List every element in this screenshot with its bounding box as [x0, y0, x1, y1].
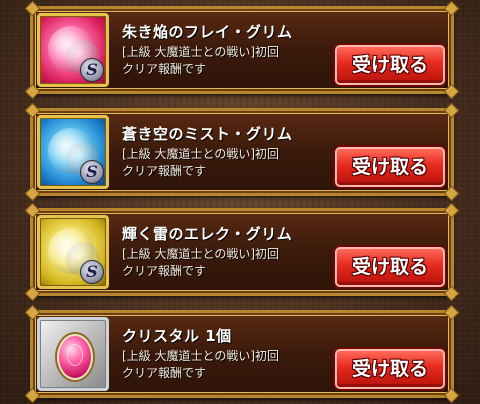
reward-description: [上級 大魔道士との戦い]初回クリア報酬です	[122, 45, 280, 76]
reward-row-light: S 輝く雷のエレク・グリム [上級 大魔道士との戦い]初回クリア報酬です 受け取…	[24, 202, 460, 302]
reward-list: S 朱き焔のフレイ・グリム [上級 大魔道士との戦い]初回クリア報酬です 受け取…	[0, 0, 480, 404]
claim-button[interactable]: 受け取る	[335, 147, 445, 187]
frame-corner	[443, 387, 460, 404]
claim-button[interactable]: 受け取る	[335, 349, 445, 389]
frame-corner	[443, 83, 460, 100]
rank-badge: S	[80, 260, 104, 284]
reward-description: [上級 大魔道士との戦い]初回クリア報酬です	[122, 349, 280, 380]
reward-row-water: S 蒼き空のミスト・グリム [上級 大魔道士との戦い]初回クリア報酬です 受け取…	[24, 102, 460, 202]
reward-row-crystal: クリスタル 1個 [上級 大魔道士との戦い]初回クリア報酬です 受け取る	[24, 304, 460, 404]
reward-description: [上級 大魔道士との戦い]初回クリア報酬です	[122, 247, 280, 278]
rank-badge: S	[80, 160, 104, 184]
frame-corner	[443, 185, 460, 202]
rank-badge: S	[80, 58, 104, 82]
frame-corner	[443, 202, 460, 219]
reward-title: 蒼き空のミスト・グリム	[122, 125, 293, 143]
frame-corner	[443, 102, 460, 119]
fire-monster-icon[interactable]: S	[37, 13, 109, 87]
frame-corner	[443, 304, 460, 321]
reward-row-fire: S 朱き焔のフレイ・グリム [上級 大魔道士との戦い]初回クリア報酬です 受け取…	[24, 0, 460, 100]
crystal-gem-icon[interactable]	[37, 317, 109, 391]
reward-title: クリスタル 1個	[122, 327, 232, 345]
reward-description: [上級 大魔道士との戦い]初回クリア報酬です	[122, 147, 280, 178]
gem-facet	[67, 344, 83, 366]
frame-corner	[443, 285, 460, 302]
water-monster-icon[interactable]: S	[37, 115, 109, 189]
light-monster-icon[interactable]: S	[37, 215, 109, 289]
claim-button[interactable]: 受け取る	[335, 45, 445, 85]
reward-title: 朱き焔のフレイ・グリム	[122, 23, 293, 41]
claim-button[interactable]: 受け取る	[335, 247, 445, 287]
reward-title: 輝く雷のエレク・グリム	[122, 225, 293, 243]
frame-corner	[443, 0, 460, 17]
